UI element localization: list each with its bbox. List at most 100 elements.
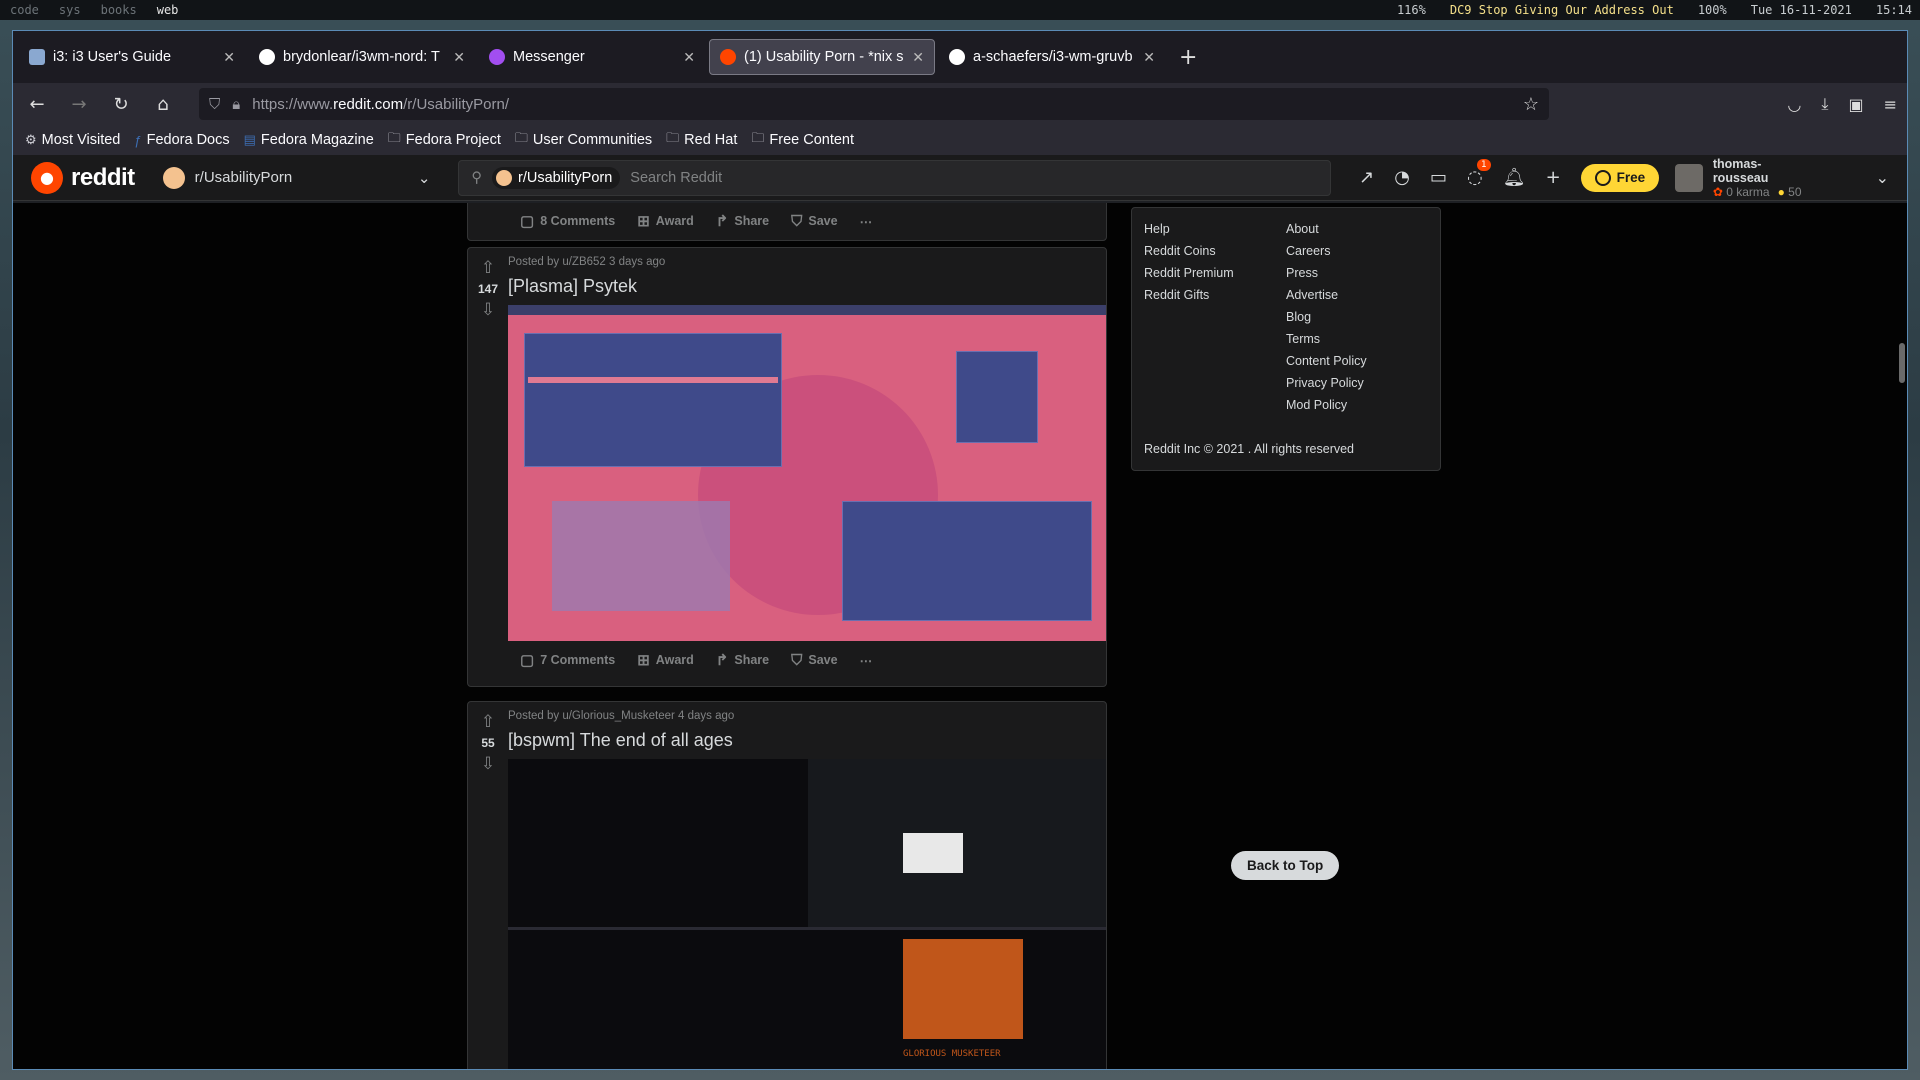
tab-title: brydonlear/i3wm-nord: T [283, 49, 440, 65]
close-icon[interactable]: ✕ [223, 49, 235, 66]
user-menu[interactable]: thomas-rousseau 0 karma 50 ⌄ [1675, 157, 1889, 199]
award-button[interactable]: ⊞ Award [637, 212, 694, 230]
upvote-icon[interactable]: ⇧ [481, 712, 495, 732]
workspace-code[interactable]: code [0, 3, 49, 17]
downvote-icon[interactable]: ⇩ [481, 300, 495, 320]
notification-bell-icon[interactable]: 🔔︎ [1503, 167, 1526, 188]
status-message: DC9 Stop Giving Our Address Out [1449, 3, 1674, 17]
bookmark-free-content[interactable]: 🗀 Free Content [751, 129, 854, 151]
comments-button[interactable]: ▢ 7 Comments [520, 651, 615, 669]
close-icon[interactable]: ✕ [453, 49, 465, 66]
folder-icon: 🗀 [666, 130, 680, 145]
more-options-icon[interactable]: ⋯ [860, 653, 873, 668]
download-icon[interactable]: ⤓ [1821, 94, 1828, 114]
post-meta[interactable]: Posted by u/ZB652 3 days ago [508, 256, 1106, 268]
post-card[interactable]: ⇧ 55 ⇩ Posted by u/Glorious_Musketeer 4 … [467, 701, 1107, 1069]
save-button[interactable]: ⛉ Save [791, 213, 837, 230]
share-button[interactable]: ↱ Share [716, 651, 769, 669]
chat-icon[interactable]: ◌ 1 [1467, 159, 1491, 188]
coins-icon[interactable]: ◔ [1394, 167, 1410, 188]
tab-i3wm-nord[interactable]: brydonlear/i3wm-nord: T ✕ [249, 39, 475, 75]
scrollbar[interactable] [1899, 203, 1905, 1069]
status-blocks: 116% DC9 Stop Giving Our Address Out 100… [1397, 3, 1920, 17]
back-to-top-button[interactable]: Back to Top [1231, 851, 1340, 880]
post-image[interactable] [508, 305, 1106, 641]
lock-icon[interactable]: 🔒︎ [232, 96, 240, 113]
back-icon[interactable]: ← [23, 90, 51, 118]
bookmark-fedora-docs[interactable]: ƒ Fedora Docs [134, 132, 229, 148]
footer-link-press[interactable]: Press [1286, 266, 1428, 280]
post-title[interactable]: [Plasma] Psytek [508, 276, 1106, 297]
bookmark-fedora-magazine[interactable]: ▤ Fedora Magazine [244, 132, 374, 148]
more-options-icon[interactable]: ⋯ [860, 214, 873, 229]
subreddit-selector[interactable]: r/UsabilityPorn ⌄ [162, 166, 430, 189]
create-post-icon[interactable]: + [1546, 167, 1561, 188]
footer-link-content-policy[interactable]: Content Policy [1286, 354, 1428, 368]
footer-link-help[interactable]: Help [1144, 222, 1286, 236]
footer-link-reddit-gifts[interactable]: Reddit Gifts [1144, 288, 1286, 302]
downvote-icon[interactable]: ⇩ [481, 754, 495, 774]
footer-link-careers[interactable]: Careers [1286, 244, 1428, 258]
bookmark-icon: ⛉ [791, 212, 803, 230]
video-icon[interactable]: ▭ [1430, 167, 1447, 188]
bookmark-icon: ⛉ [791, 651, 803, 669]
tab-i3-gruvbox[interactable]: a-schaefers/i3-wm-gruvb ✕ [939, 39, 1165, 75]
footer-link-advertise[interactable]: Advertise [1286, 288, 1428, 302]
award-icon: ⊞ [637, 213, 650, 230]
close-icon[interactable]: ✕ [912, 49, 924, 66]
search-input[interactable]: Search Reddit [630, 170, 722, 186]
share-button[interactable]: ↱ Share [716, 212, 769, 230]
bookmark-red-hat[interactable]: 🗀 Red Hat [666, 129, 737, 151]
workspace-books[interactable]: books [91, 3, 147, 17]
bookmark-user-communities[interactable]: 🗀 User Communities [515, 129, 652, 151]
search-bar[interactable]: ⚲ r/UsabilityPorn Search Reddit [458, 159, 1332, 196]
bookmark-star-icon[interactable]: ☆ [1523, 94, 1539, 115]
comments-button[interactable]: ▢ 8 Comments [520, 212, 615, 230]
post-image[interactable]: GLORIOUS MUSKETEER [508, 759, 1106, 1069]
new-tab-button[interactable]: + [1169, 45, 1207, 70]
reddit-logo[interactable]: ● reddit [31, 161, 135, 194]
footer-link-privacy-policy[interactable]: Privacy Policy [1286, 376, 1428, 390]
close-icon[interactable]: ✕ [1143, 49, 1155, 66]
scrollbar-thumb[interactable] [1899, 343, 1905, 383]
post-meta[interactable]: Posted by u/Glorious_Musketeer 4 days ag… [508, 710, 1106, 722]
extension-icon[interactable]: ▣ [1848, 95, 1863, 114]
tab-usability-porn[interactable]: (1) Usability Porn - *nix s ✕ [709, 39, 935, 75]
tab-messenger[interactable]: Messenger ✕ [479, 39, 705, 75]
footer-link-reddit-coins[interactable]: Reddit Coins [1144, 244, 1286, 258]
footer-link-about[interactable]: About [1286, 222, 1428, 236]
search-icon: ⚲ [471, 169, 483, 186]
menu-icon[interactable]: ≡ [1884, 95, 1897, 114]
tab-i3-guide[interactable]: i3: i3 User's Guide ✕ [19, 39, 245, 75]
tab-title: Messenger [513, 49, 585, 65]
pocket-icon[interactable]: ◡ [1787, 95, 1801, 114]
footer-link-reddit-premium[interactable]: Reddit Premium [1144, 266, 1286, 280]
github-icon [259, 49, 275, 65]
upvote-icon[interactable]: ⇧ [481, 258, 495, 278]
shield-icon[interactable]: ⛉ [209, 96, 220, 113]
free-premium-button[interactable]: Free [1580, 163, 1660, 192]
workspace-web[interactable]: web [147, 3, 189, 17]
save-button[interactable]: ⛉ Save [791, 652, 837, 669]
fedora-icon: ƒ [134, 132, 142, 148]
footer-link-blog[interactable]: Blog [1286, 310, 1428, 324]
bookmark-most-visited[interactable]: ⚙ Most Visited [25, 132, 120, 148]
footer-link-mod-policy[interactable]: Mod Policy [1286, 398, 1428, 412]
bookmark-fedora-project[interactable]: 🗀 Fedora Project [388, 129, 501, 151]
home-icon[interactable]: ⌂ [149, 90, 177, 118]
reload-icon[interactable]: ↻ [107, 90, 135, 118]
tab-bar: i3: i3 User's Guide ✕ brydonlear/i3wm-no… [13, 31, 1907, 83]
url-bar[interactable]: ⛉ 🔒︎ https://www.reddit.com/r/UsabilityP… [199, 88, 1549, 120]
workspace-list: code sys books web [0, 3, 188, 17]
footer-column-left: Help Reddit Coins Reddit Premium Reddit … [1144, 222, 1286, 412]
close-icon[interactable]: ✕ [683, 49, 695, 66]
footer-link-terms[interactable]: Terms [1286, 332, 1428, 346]
post-title[interactable]: [bspwm] The end of all ages [508, 730, 1106, 751]
forward-icon[interactable]: → [65, 90, 93, 118]
workspace-sys[interactable]: sys [49, 3, 91, 17]
award-button[interactable]: ⊞ Award [637, 651, 694, 669]
copyright: Reddit Inc © 2021 . All rights reserved [1144, 442, 1355, 456]
popular-icon[interactable]: ↗ [1359, 167, 1374, 188]
search-subreddit-chip[interactable]: r/UsabilityPorn [492, 166, 621, 189]
post-card[interactable]: ⇧ 147 ⇩ Posted by u/ZB652 3 days ago [Pl… [467, 247, 1107, 687]
